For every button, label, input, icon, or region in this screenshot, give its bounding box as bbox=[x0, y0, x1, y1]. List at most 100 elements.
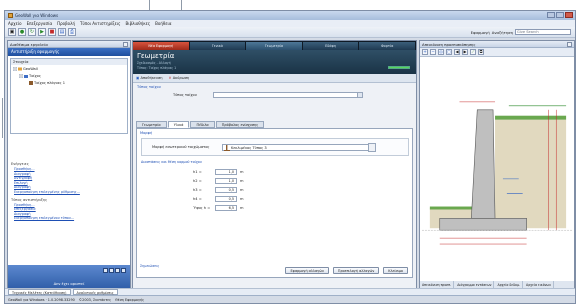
links-caption: Τύπος αντιστήριξης bbox=[11, 197, 48, 202]
maximize-button[interactable] bbox=[556, 12, 564, 18]
callout-line-2 bbox=[181, 0, 182, 10]
section-title: Τύπος τοίχου bbox=[137, 85, 161, 89]
new-icon[interactable]: ▣ bbox=[8, 28, 16, 36]
project-icon bbox=[18, 67, 22, 70]
shape-label: Μορφή εσωτερικού τοιχώματος bbox=[152, 145, 210, 149]
menu-retaining-types[interactable]: Τύποι Αντιστηρίξεις bbox=[80, 21, 120, 26]
cancel-label: Ακύρωση bbox=[172, 76, 190, 80]
copy-icon[interactable]: ⧉ bbox=[478, 49, 484, 55]
cancel-button[interactable]: ✕ Ακύρωση bbox=[169, 76, 190, 80]
apply-changes-button[interactable]: Εφαρμογή αλλαγών bbox=[285, 267, 329, 274]
shape-value: Κεκλιμένος Τύπος 3 bbox=[231, 146, 267, 150]
dim-row-height: Ύψος h = 6,5 m bbox=[137, 205, 337, 213]
run-icon[interactable]: ▶ bbox=[38, 28, 46, 36]
bottom-tabs: Τεχνικές Μελέτες (Κατεύθυνση) Αναλυτικές… bbox=[5, 288, 575, 295]
shape-select[interactable]: Κεκλιμένος Τύπος 3 bbox=[222, 144, 374, 151]
preview-panel: Απεικόνιση προεπισκόπησης + − ◎ ▢ ◀ ▶ ⟋ … bbox=[419, 40, 575, 290]
tab-cantilever[interactable]: Πρόβολος ενίσχυσης bbox=[215, 121, 265, 128]
tree-item-root[interactable]: GeoWall bbox=[11, 65, 127, 72]
ok-icon[interactable]: ● bbox=[18, 28, 26, 36]
pan-right-icon[interactable]: ▶ bbox=[462, 49, 468, 55]
print-icon[interactable]: ⎙ bbox=[68, 28, 76, 36]
document-panel: Νέα Εφαρμογή Γενικά Γεωμετρία Εδάφη Φορτ… bbox=[132, 40, 417, 290]
dim-input[interactable]: 1,0 bbox=[215, 169, 237, 175]
report-icon[interactable]: ▤ bbox=[58, 28, 66, 36]
left-panel-caption-text: Διαθέσιμα εργαλεία bbox=[10, 42, 48, 47]
footer-button-icon[interactable] bbox=[121, 268, 126, 273]
left-panel-caption: Διαθέσιμα εργαλεία bbox=[8, 41, 130, 48]
tab-footings[interactable]: Πέδιλα bbox=[190, 121, 215, 128]
tab-new-application[interactable]: Νέα Εφαρμογή bbox=[133, 42, 189, 50]
collapse-icon[interactable] bbox=[19, 73, 23, 78]
dim-input[interactable]: 6,5 bbox=[215, 205, 237, 211]
tab-geometry-inner[interactable]: Γεωμετρία bbox=[136, 121, 167, 128]
menu-edit[interactable]: Επεξεργασία bbox=[27, 21, 53, 26]
document-tabs: Νέα Εφαρμογή Γενικά Γεωμετρία Εδάφη Φορτ… bbox=[133, 41, 416, 50]
menu-help[interactable]: Βοήθεια bbox=[155, 21, 171, 26]
close-icon[interactable] bbox=[123, 42, 128, 47]
dim-label: h4 = bbox=[193, 197, 202, 201]
refresh-icon[interactable]: ↻ bbox=[28, 28, 36, 36]
page-title: Γεωμετρία bbox=[137, 52, 175, 60]
wall-drawing bbox=[420, 60, 574, 280]
close-icon[interactable] bbox=[567, 42, 572, 47]
app-icon bbox=[8, 13, 13, 18]
status-bar: GeoWall για Windows · 1.0.2098.33290 ©20… bbox=[5, 295, 575, 303]
tab-soils[interactable]: Εδάφη bbox=[302, 42, 359, 50]
shape-picker-button[interactable] bbox=[368, 143, 376, 152]
links-caption: Ενέργειες bbox=[11, 162, 29, 166]
dim-input[interactable]: 0,5 bbox=[215, 196, 237, 202]
wall-type-select[interactable] bbox=[213, 92, 363, 98]
dim-input[interactable]: 0,5 bbox=[215, 187, 237, 193]
menu-file[interactable]: Αρχείο bbox=[8, 21, 22, 26]
link-activate-type[interactable]: Ενεργοποίηση επιλεγμένου τύπου... bbox=[11, 216, 129, 221]
tree-item-wall[interactable]: Τοίχος bbox=[11, 72, 127, 79]
link-activate-setting[interactable]: Ενεργοποίηση επιλεγμένης ρύθμισης... bbox=[11, 190, 129, 195]
search-input[interactable]: Give Search bbox=[515, 29, 571, 35]
shape-group: Μορφή εσωτερικού τοιχώματος Κεκλιμένος Τ… bbox=[141, 138, 409, 156]
apply-label[interactable]: Εφαρμογή bbox=[471, 30, 490, 35]
tab-materials[interactable]: Υλικά bbox=[167, 121, 190, 128]
save-label: Αποθήκευση bbox=[140, 76, 163, 80]
tree-item-label: Τοίχος bbox=[29, 73, 41, 78]
dim-row-h4: h4 = 0,5 m bbox=[137, 196, 337, 204]
tab-geometry[interactable]: Γεωμετρία bbox=[246, 42, 302, 50]
close-panel-button[interactable]: Κλείσιμο bbox=[383, 267, 408, 274]
minimize-button[interactable] bbox=[547, 12, 555, 18]
dim-input[interactable]: 1,0 bbox=[215, 178, 237, 184]
save-button[interactable]: ▣ Αποθήκευση bbox=[136, 76, 163, 80]
measure-icon[interactable]: ⟋ bbox=[470, 49, 476, 55]
footer-button-icon[interactable] bbox=[115, 268, 120, 273]
footer-button-icon[interactable] bbox=[103, 268, 108, 273]
zoom-fit-icon[interactable]: ◎ bbox=[438, 49, 444, 55]
dimensions-caption: Διαστάσεις και θέση κορμού τοίχου bbox=[141, 160, 202, 164]
progress-bar bbox=[388, 66, 410, 69]
status-text: GeoWall για Windows · 1.0.2098.33290 bbox=[8, 297, 75, 302]
tree-item-label: Τοίχος πλάγιας 1 bbox=[34, 80, 66, 85]
pan-left-icon[interactable]: ◀ bbox=[454, 49, 460, 55]
menu-libraries[interactable]: Βιβλιοθήκες bbox=[125, 21, 150, 26]
tree-item-wall-type[interactable]: Τοίχος πλάγιας 1 bbox=[11, 79, 127, 86]
chevron-down-icon[interactable] bbox=[357, 93, 362, 97]
tree-view: Στοιχεία GeoWall Τοίχος Τοίχος πλάγιας 1 bbox=[10, 58, 128, 134]
zoom-out-icon[interactable]: − bbox=[430, 49, 436, 55]
dim-label: Ύψος h = bbox=[193, 206, 211, 210]
zoom-window-icon[interactable]: ▢ bbox=[446, 49, 452, 55]
preview-toolbar: + − ◎ ▢ ◀ ▶ ⟋ ⧉ bbox=[420, 48, 574, 57]
tab-loads[interactable]: Φορτία bbox=[359, 42, 415, 50]
collapse-icon[interactable] bbox=[13, 66, 17, 71]
progress-fill bbox=[389, 67, 409, 68]
dim-unit: m bbox=[240, 197, 244, 201]
menu-view[interactable]: Προβολή bbox=[57, 21, 75, 26]
dim-unit: m bbox=[240, 188, 244, 192]
close-button[interactable] bbox=[565, 12, 573, 18]
wall-shape-icon bbox=[224, 145, 230, 151]
tree-item-label: GeoWall bbox=[23, 66, 38, 71]
folder-icon bbox=[24, 74, 28, 78]
stop-icon[interactable]: ■ bbox=[48, 28, 56, 36]
left-panel: Διαθέσιμα εργαλεία Αντιστήριξη εφαρμογής… bbox=[7, 40, 131, 290]
zoom-in-icon[interactable]: + bbox=[422, 49, 428, 55]
footer-button-icon[interactable] bbox=[109, 268, 114, 273]
tab-general[interactable]: Γενικά bbox=[189, 42, 246, 50]
preview-changes-button[interactable]: Προεπιλογή αλλαγών bbox=[332, 267, 380, 274]
